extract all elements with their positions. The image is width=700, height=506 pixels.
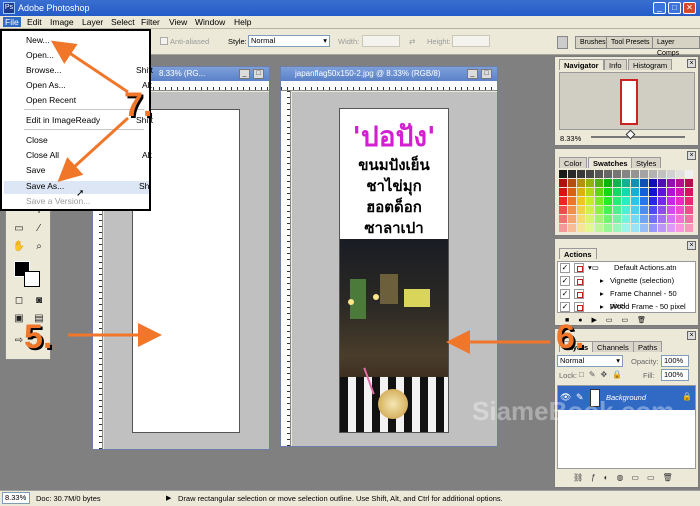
annotation-7: 7. [124, 86, 153, 124]
arrow-to-save-as [57, 116, 130, 183]
annotation-overlay [51, 40, 550, 354]
annotation-5: 5. [24, 318, 53, 356]
watermark: SiameBook.com [472, 396, 675, 426]
annotation-6: 6. [556, 318, 585, 356]
arrow-to-new [51, 40, 129, 94]
